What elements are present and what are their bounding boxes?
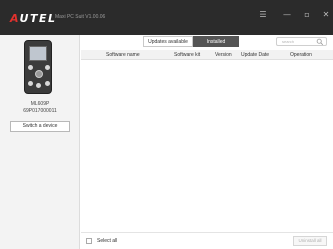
column-software-kit: Software kit — [174, 52, 201, 58]
search-input[interactable]: search — [276, 37, 327, 46]
menu-icon[interactable]: ☰ — [257, 9, 269, 21]
search-icon[interactable] — [316, 38, 324, 46]
tab-bar: Updates available Installed — [143, 36, 239, 47]
column-operation: Operation — [290, 52, 312, 58]
device-sidebar: ML609P 69P017000011 Switch a device — [0, 35, 80, 249]
switch-device-button[interactable]: Switch a device — [10, 121, 70, 132]
app-title: Maxi PC Suit V1.00.06 — [55, 14, 106, 20]
footer-bar: Select all Uninstall all — [81, 232, 333, 249]
search-placeholder: search — [282, 39, 295, 44]
maximize-icon[interactable]: ▫ — [301, 9, 313, 21]
device-dpad — [35, 70, 43, 78]
device-button — [45, 81, 50, 86]
tab-installed[interactable]: Installed — [193, 36, 239, 47]
device-button — [36, 83, 41, 88]
device-screen — [29, 46, 47, 61]
tab-updates-available[interactable]: Updates available — [143, 36, 193, 47]
device-serial: 69P017000011 — [23, 108, 57, 114]
title-bar: AUTEL Maxi PC Suit V1.00.06 ☰ — ▫ ✕ — [0, 0, 333, 35]
autel-logo: AUTEL — [10, 12, 57, 25]
minimize-icon[interactable]: — — [281, 9, 293, 21]
device-button — [28, 81, 33, 86]
select-all-label: Select all — [97, 238, 118, 244]
select-all-checkbox[interactable] — [86, 238, 92, 244]
table-header: Software name Software kit Version Updat… — [81, 50, 333, 60]
uninstall-all-button[interactable]: Uninstall all — [293, 236, 327, 246]
column-version: Version — [215, 52, 232, 58]
column-software-name: Software name — [106, 52, 140, 58]
logo-text: UTEL — [19, 12, 57, 25]
column-update-date: Update Date — [241, 52, 270, 58]
device-model: ML609P — [30, 101, 50, 107]
device-image — [24, 40, 52, 94]
device-button — [28, 65, 33, 70]
logo-letter-accent: A — [10, 12, 20, 25]
device-button — [45, 65, 50, 70]
close-icon[interactable]: ✕ — [320, 9, 332, 21]
